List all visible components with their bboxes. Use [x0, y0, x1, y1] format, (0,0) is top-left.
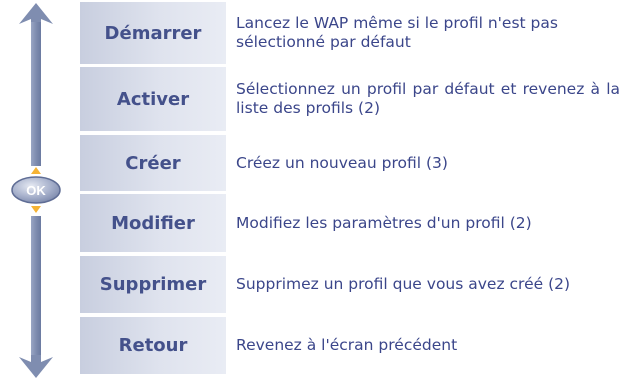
row-label[interactable]: Créer [80, 135, 226, 191]
arrow-down-icon[interactable] [19, 216, 53, 378]
row-label[interactable]: Démarrer [80, 2, 226, 64]
navigation-scroll-indicator: OK [0, 0, 74, 381]
row-description: Modifiez les paramètres d'un profil (2) [226, 194, 623, 252]
navigation-graphic: OK [11, 3, 61, 378]
row-label[interactable]: Activer [80, 67, 226, 131]
menu-row-activer: Activer Sélectionnez un profil par défau… [80, 67, 623, 131]
row-description-text: Revenez à l'écran précédent [236, 336, 458, 354]
row-label[interactable]: Supprimer [80, 256, 226, 313]
caret-down-icon [31, 206, 41, 213]
row-label[interactable]: Retour [80, 317, 226, 374]
row-description: Sélectionnez un profil par défaut et rev… [226, 67, 623, 131]
arrow-up-icon[interactable] [19, 3, 53, 166]
menu-row-modifier: Modifier Modifiez les paramètres d'un pr… [80, 194, 623, 252]
row-description-text: Sélectionnez un profil par défaut et rev… [236, 80, 620, 117]
row-description: Créez un nouveau profil (3) [226, 135, 623, 191]
row-description-text: Modifiez les paramètres d'un profil (2) [236, 213, 532, 232]
row-description: Supprimez un profil que vous avez créé (… [226, 256, 623, 313]
menu-options-table: Démarrer Lancez le WAP même si le profil… [80, 0, 623, 381]
menu-row-supprimer: Supprimer Supprimez un profil que vous a… [80, 256, 623, 313]
row-description: Lancez le WAP même si le profil n'est pa… [226, 2, 623, 64]
row-description-text: Lancez le WAP même si le profil n'est pa… [236, 14, 558, 51]
menu-row-retour: Retour Revenez à l'écran précédent [80, 317, 623, 374]
menu-row-demarrer: Démarrer Lancez le WAP même si le profil… [80, 2, 623, 64]
caret-up-icon [31, 167, 41, 174]
row-label[interactable]: Modifier [80, 194, 226, 252]
row-description: Revenez à l'écran précédent [226, 317, 623, 374]
row-description-text: Créez un nouveau profil (3) [236, 153, 448, 172]
menu-row-creer: Créer Créez un nouveau profil (3) [80, 135, 623, 191]
ok-button-label: OK [26, 183, 46, 198]
ok-button[interactable]: OK [11, 176, 61, 204]
row-description-text: Supprimez un profil que vous avez créé (… [236, 275, 571, 293]
